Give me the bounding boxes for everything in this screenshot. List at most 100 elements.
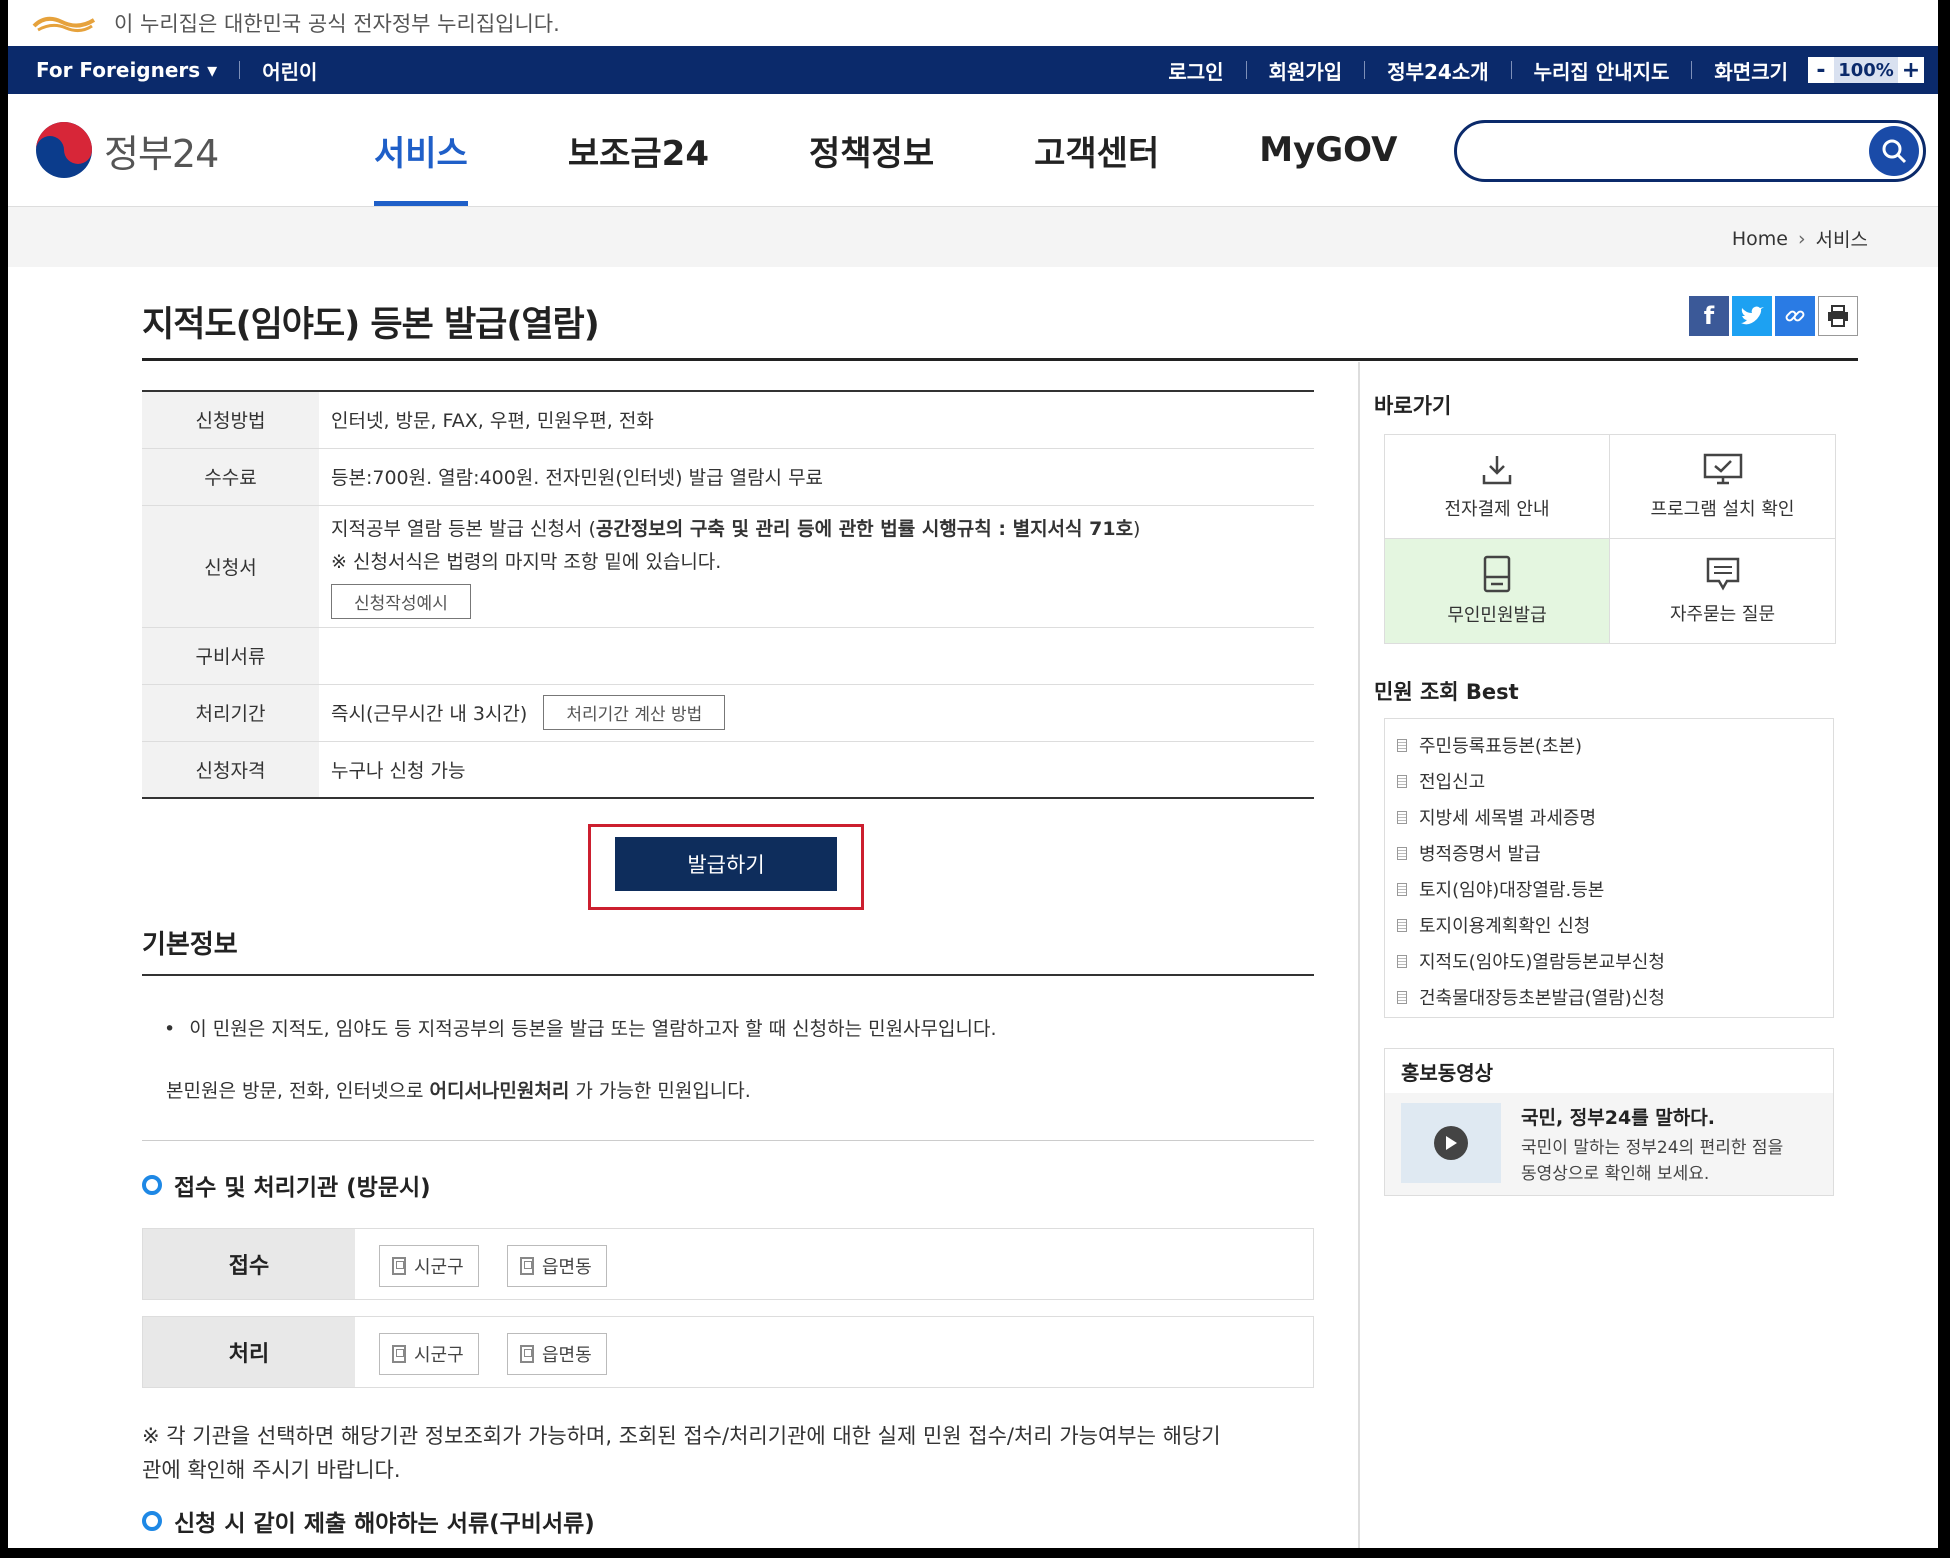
form-example-button[interactable]: 신청작성예시: [331, 583, 471, 619]
receive-eupmyeondong-chip[interactable]: 읍면동: [507, 1245, 607, 1287]
search-input[interactable]: [1477, 123, 1861, 179]
docs-value: [319, 627, 1314, 685]
orgs-heading-text: 접수 및 처리기관 (방문시): [174, 1175, 431, 1201]
column-divider: [1358, 362, 1360, 1548]
issue-button[interactable]: 발급하기: [615, 837, 837, 891]
signup-link[interactable]: 회원가입: [1269, 56, 1343, 85]
process-sigungu-chip[interactable]: 시군구: [379, 1333, 479, 1375]
twitter-share-icon[interactable]: [1732, 296, 1772, 336]
best-item[interactable]: 전입신고: [1385, 763, 1833, 799]
best-item[interactable]: 토지(임야)대장열람.등본: [1385, 871, 1833, 907]
best-title: 민원 조회 Best: [1374, 680, 1519, 704]
nav-subsidy24[interactable]: 보조금24: [568, 94, 709, 206]
divider: [239, 61, 241, 79]
period-label: 처리기간: [142, 684, 319, 742]
required-docs-heading-text: 신청 시 같이 제출 해야하는 서류(구비서류): [174, 1511, 595, 1537]
best-item[interactable]: 건축물대장등초본발급(열람)신청: [1385, 979, 1833, 1015]
search-button[interactable]: [1869, 126, 1919, 176]
shortcut-program-check[interactable]: 프로그램 설치 확인: [1610, 435, 1835, 539]
receive-label: 접수: [143, 1229, 355, 1299]
qualification-label: 신청자격: [142, 741, 319, 799]
fee-value: 등본:700원. 열람:400원. 전자민원(인터넷) 발급 열람시 무료: [319, 448, 1314, 506]
main-nav: 서비스 보조금24 정책정보 고객센터 MyGOV: [374, 94, 1497, 206]
best-item[interactable]: 토지이용계획확인 신청: [1385, 907, 1833, 943]
document-icon: [1397, 738, 1407, 752]
basic-info-line: 본민원은 방문, 전화, 인터넷으로 어디서나민원처리 가 가능한 민원입니다.: [166, 1076, 751, 1103]
table-row: 수수료 등본:700원. 열람:400원. 전자민원(인터넷) 발급 열람시 무…: [142, 448, 1314, 506]
monitor-check-icon: [1703, 453, 1742, 484]
nav-policy-info[interactable]: 정책정보: [809, 94, 934, 206]
zoom-in-button[interactable]: +: [1898, 57, 1924, 83]
docs-label: 구비서류: [142, 627, 319, 685]
breadcrumb: Home › 서비스: [1732, 225, 1868, 252]
zoom-out-button[interactable]: -: [1808, 57, 1834, 83]
basic-info-bullet: • 이 민원은 지적도, 임야도 등 지적공부의 등본을 발급 또는 열람하고자 …: [164, 1014, 997, 1041]
main-content: 신청방법 인터넷, 방문, FAX, 우편, 민원우편, 전화 수수료 등본:7…: [142, 390, 1314, 1537]
divider: [1245, 61, 1247, 79]
play-triangle-icon: [1446, 1136, 1457, 1150]
process-org-row: 처리 시군구 읍면동: [142, 1316, 1314, 1388]
circle-bullet-icon: [142, 1511, 162, 1531]
promo-desc-line2: 동영상으로 확인해 보세요.: [1521, 1164, 1710, 1184]
shortcut-label: 자주묻는 질문: [1669, 604, 1776, 625]
nav-customer-center[interactable]: 고객센터: [1034, 94, 1159, 206]
share-tools: f: [1686, 296, 1858, 336]
best-item-label: 건축물대장등초본발급(열람)신청: [1419, 988, 1665, 1009]
document-icon: [1397, 774, 1407, 788]
download-icon: [1482, 455, 1512, 484]
chip-label: 시군구: [414, 1345, 464, 1366]
kiosk-icon: [1483, 555, 1511, 593]
sitemap-link[interactable]: 누리집 안내지도: [1534, 56, 1670, 85]
official-notice-bar: 이 누리집은 대한민국 공식 전자정부 누리집입니다.: [8, 0, 1938, 46]
chip-label: 시군구: [414, 1257, 464, 1278]
print-icon[interactable]: [1818, 296, 1858, 336]
nav-mygov[interactable]: MyGOV: [1259, 94, 1397, 206]
best-item[interactable]: 지적도(임야도)열람등본교부신청: [1385, 943, 1833, 979]
issue-button-highlight: 발급하기: [588, 824, 864, 910]
circle-bullet-icon: [142, 1175, 162, 1195]
twitter-bird-icon: [1741, 306, 1764, 325]
period-calc-button[interactable]: 처리기간 계산 방법: [543, 695, 726, 730]
period-value: 즉시(근무시간 내 3시간): [331, 703, 528, 725]
login-link[interactable]: 로그인: [1168, 56, 1223, 85]
egov-logo-icon: [32, 16, 96, 33]
receive-sigungu-chip[interactable]: 시군구: [379, 1245, 479, 1287]
breadcrumb-home[interactable]: Home: [1732, 228, 1788, 250]
basic-info-line-prefix: 본민원은 방문, 전화, 인터넷으로: [166, 1080, 430, 1102]
sidebar: 바로가기 전자결제 안내 프로그램 설치 확인 무인민원발급 자주묻는 질문 민…: [1374, 390, 1836, 1196]
table-row: 처리기간 즉시(근무시간 내 3시간) 처리기간 계산 방법: [142, 684, 1314, 742]
basic-info-heading: 기본정보: [142, 930, 238, 960]
anywhere-service-label: 어디서나민원처리: [429, 1080, 570, 1102]
shortcut-kiosk[interactable]: 무인민원발급: [1385, 539, 1610, 643]
breadcrumb-current[interactable]: 서비스: [1816, 225, 1868, 252]
form-value-prefix: 지적공부 열람 등본 발급 신청서 (: [331, 517, 596, 540]
for-foreigners-menu[interactable]: For Foreigners ▾: [36, 58, 217, 82]
video-thumbnail[interactable]: [1401, 1103, 1501, 1183]
shortcut-e-payment[interactable]: 전자결제 안내: [1385, 435, 1610, 539]
document-icon: [1397, 846, 1407, 860]
zoom-control: - 100% +: [1808, 57, 1924, 83]
kids-link[interactable]: 어린이: [262, 56, 317, 85]
best-item-label: 지방세 세목별 과세증명: [1419, 808, 1597, 829]
breadcrumb-bar: Home › 서비스: [8, 207, 1938, 267]
promo-body[interactable]: 국민, 정부24를 말하다. 국민이 말하는 정부24의 편리한 점을 동영상으…: [1385, 1093, 1833, 1195]
facebook-share-icon[interactable]: f: [1689, 296, 1729, 336]
link-copy-icon[interactable]: [1775, 296, 1815, 336]
divider: [142, 1140, 1314, 1141]
shortcut-faq[interactable]: 자주묻는 질문: [1610, 539, 1835, 643]
best-item[interactable]: 주민등록표등본(초본): [1385, 727, 1833, 763]
best-item[interactable]: 지방세 세목별 과세증명: [1385, 799, 1833, 835]
qualification-value: 누구나 신청 가능: [319, 741, 1314, 799]
official-notice-text: 이 누리집은 대한민국 공식 전자정부 누리집입니다.: [114, 12, 560, 36]
brand-logo[interactable]: 정부24: [34, 120, 274, 180]
caret-down-icon: ▾: [207, 58, 218, 82]
building-icon: [392, 1257, 406, 1275]
shortcut-label: 프로그램 설치 확인: [1650, 498, 1795, 520]
process-eupmyeondong-chip[interactable]: 읍면동: [507, 1333, 607, 1375]
best-item[interactable]: 병적증명서 발급: [1385, 835, 1833, 871]
form-label: 신청서: [142, 505, 319, 628]
about-link[interactable]: 정부24소개: [1387, 56, 1488, 85]
nav-services[interactable]: 서비스: [374, 94, 468, 206]
required-docs-heading: 신청 시 같이 제출 해야하는 서류(구비서류): [142, 1504, 595, 1538]
method-label: 신청방법: [142, 391, 319, 449]
